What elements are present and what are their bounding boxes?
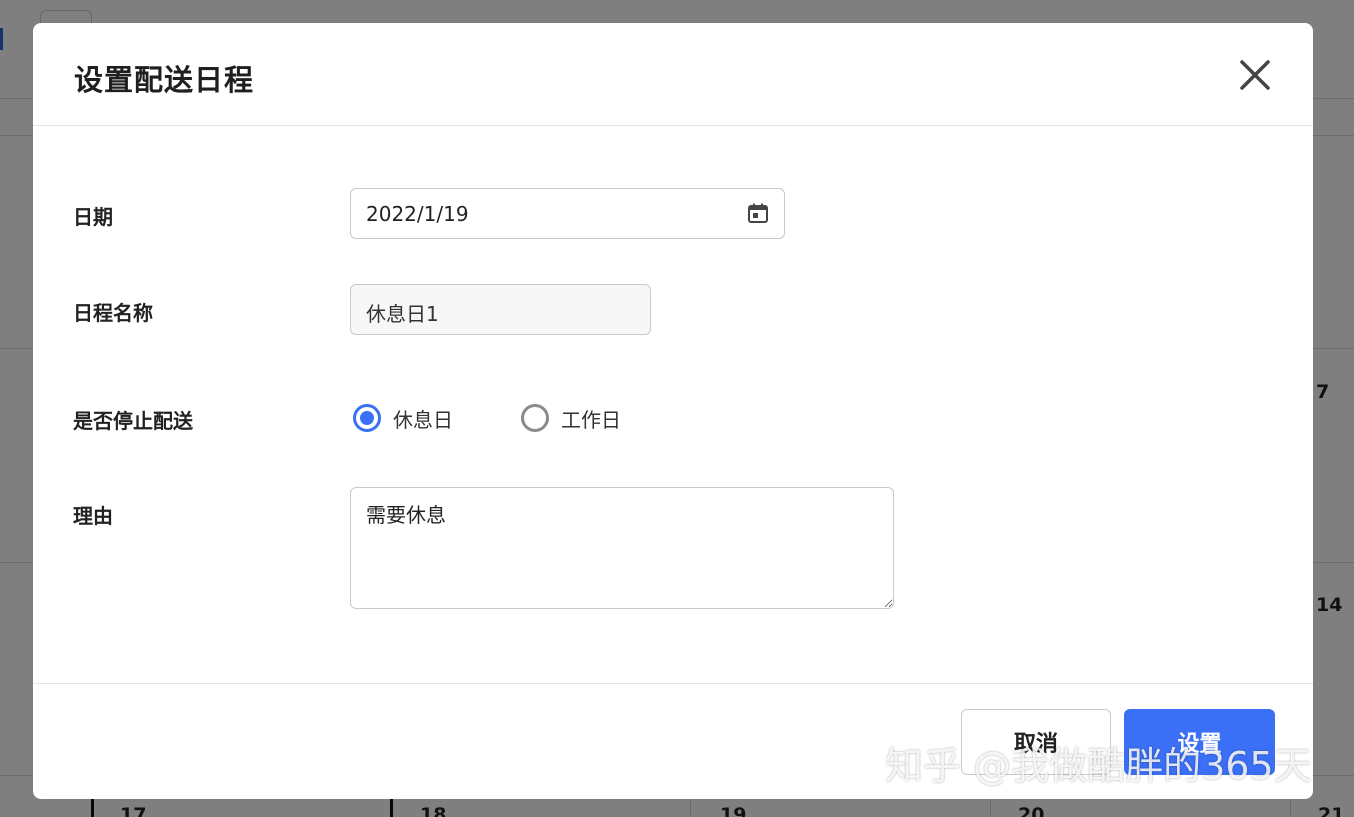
dialog-title: 设置配送日程 (74, 63, 255, 97)
schedule-dialog: 设置配送日程 日期 2022/1/19 日程名称 休息日1 是否停止配送 休息日… (33, 23, 1313, 799)
radio-work-day-label: 工作日 (561, 407, 621, 432)
dialog-header: 设置配送日程 (33, 23, 1313, 126)
reason-textarea[interactable]: 需要休息 (350, 487, 894, 609)
schedule-name-input[interactable]: 休息日1 (350, 284, 651, 335)
date-label: 日期 (73, 205, 113, 229)
date-input[interactable]: 2022/1/19 (350, 188, 785, 239)
dialog-footer: 取消 设置 (33, 683, 1313, 799)
calendar-icon[interactable] (746, 201, 770, 225)
radio-work-day[interactable]: 工作日 (521, 400, 621, 436)
cancel-button[interactable]: 取消 (961, 709, 1111, 775)
schedule-name-label: 日程名称 (73, 301, 153, 325)
stop-delivery-label: 是否停止配送 (73, 409, 193, 433)
reason-label: 理由 (73, 504, 113, 528)
set-button[interactable]: 设置 (1124, 709, 1275, 775)
close-icon (1240, 60, 1270, 90)
radio-button-checked[interactable] (353, 404, 381, 432)
radio-rest-day-label: 休息日 (393, 407, 453, 432)
schedule-name-value: 休息日1 (366, 302, 439, 326)
radio-rest-day[interactable]: 休息日 (353, 400, 453, 436)
date-value: 2022/1/19 (366, 202, 469, 226)
close-button[interactable] (1231, 51, 1279, 99)
radio-button-unchecked[interactable] (521, 404, 549, 432)
